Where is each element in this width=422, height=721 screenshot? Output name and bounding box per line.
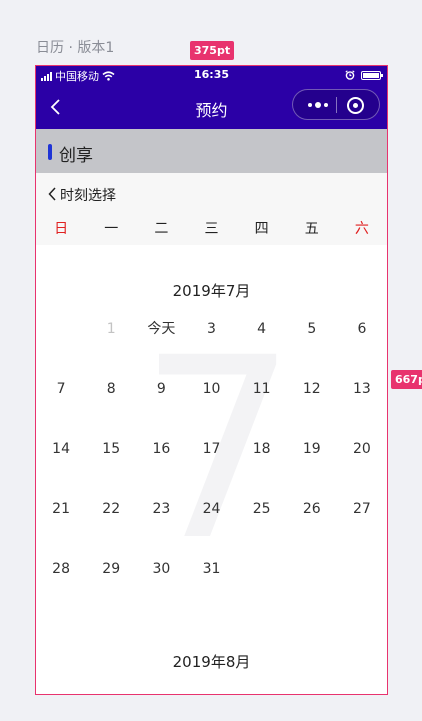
artboard-title: 日历 · 版本1 bbox=[36, 40, 115, 56]
weekday-wednesday: 三 bbox=[204, 221, 219, 237]
height-dimension-badge: 667pt bbox=[391, 370, 422, 389]
calendar-week-row: 1 今天 3 4 5 6 bbox=[36, 314, 387, 374]
calendar-day[interactable]: 15 bbox=[86, 434, 136, 494]
calendar-day-empty bbox=[36, 314, 86, 374]
calendar-day[interactable]: 23 bbox=[136, 494, 186, 554]
width-dimension-badge: 375pt bbox=[190, 41, 235, 60]
weekday-friday: 五 bbox=[304, 221, 319, 237]
section-title: 创享 bbox=[59, 146, 93, 166]
mini-program-capsule bbox=[292, 89, 380, 120]
calendar-day[interactable]: 14 bbox=[36, 434, 86, 494]
capsule-divider bbox=[336, 97, 337, 113]
calendar-day[interactable]: 5 bbox=[287, 314, 337, 374]
calendar-day-disabled: 1 bbox=[106, 321, 116, 337]
calendar-day[interactable]: 25 bbox=[237, 494, 287, 554]
calendar-day[interactable]: 28 bbox=[36, 554, 86, 614]
status-bar: 中国移动 16:35 bbox=[36, 66, 387, 85]
calendar-day-today[interactable]: 今天 bbox=[136, 314, 186, 374]
calendar-day[interactable]: 10 bbox=[186, 374, 236, 434]
calendar-day-empty bbox=[237, 554, 287, 614]
calendar-day[interactable]: 6 bbox=[337, 314, 387, 374]
calendar-day[interactable]: 24 bbox=[186, 494, 236, 554]
calendar-day[interactable]: 3 bbox=[186, 314, 236, 374]
subnav-bar[interactable]: 时刻选择 bbox=[36, 173, 387, 215]
calendar-day-empty bbox=[337, 554, 387, 614]
subnav-title: 时刻选择 bbox=[60, 188, 116, 204]
section-accent-bar bbox=[48, 144, 52, 160]
month-title: 2019年7月 bbox=[172, 282, 251, 300]
calendar-grid: 1 今天 3 4 5 6 7 8 9 10 11 12 13 14 15 16 … bbox=[36, 314, 387, 614]
calendar-day[interactable]: 27 bbox=[337, 494, 387, 554]
calendar-day[interactable]: 30 bbox=[136, 554, 186, 614]
alarm-icon bbox=[345, 70, 355, 80]
calendar-day[interactable]: 22 bbox=[86, 494, 136, 554]
weekday-saturday: 六 bbox=[354, 221, 369, 237]
calendar-day[interactable]: 29 bbox=[86, 554, 136, 614]
calendar-day[interactable]: 13 bbox=[337, 374, 387, 434]
calendar-day[interactable]: 12 bbox=[287, 374, 337, 434]
calendar-day-empty bbox=[287, 554, 337, 614]
calendar-day[interactable]: 11 bbox=[237, 374, 287, 434]
nav-bar: 预约 bbox=[36, 85, 387, 129]
calendar-week-row: 21 22 23 24 25 26 27 bbox=[36, 494, 387, 554]
weekday-monday: 一 bbox=[104, 221, 119, 237]
weekday-thursday: 四 bbox=[254, 221, 269, 237]
weekday-sunday: 日 bbox=[54, 221, 69, 237]
calendar-day[interactable]: 7 bbox=[36, 374, 86, 434]
weekday-tuesday: 二 bbox=[154, 221, 169, 237]
calendar-day[interactable]: 4 bbox=[237, 314, 287, 374]
calendar-day[interactable]: 8 bbox=[86, 374, 136, 434]
calendar-day[interactable]: 20 bbox=[337, 434, 387, 494]
chevron-left-icon[interactable] bbox=[47, 185, 57, 203]
calendar-day[interactable]: 16 bbox=[136, 434, 186, 494]
battery-icon bbox=[361, 70, 383, 80]
calendar-day[interactable]: 19 bbox=[287, 434, 337, 494]
calendar-day[interactable]: 9 bbox=[136, 374, 186, 434]
more-dots-icon[interactable] bbox=[303, 96, 333, 114]
status-time: 16:35 bbox=[193, 68, 229, 81]
calendar-day[interactable]: 21 bbox=[36, 494, 86, 554]
target-close-icon[interactable] bbox=[347, 97, 364, 114]
weekday-header: 日 一 二 三 四 五 六 bbox=[36, 215, 387, 245]
phone-frame: 中国移动 16:35 预约 创享 时刻选择 日 一 二 三 四 五 六 7 20… bbox=[35, 65, 388, 695]
calendar-day[interactable]: 17 bbox=[186, 434, 236, 494]
section-header: 创享 bbox=[36, 129, 387, 173]
month-title: 2019年8月 bbox=[172, 653, 251, 671]
calendar-day[interactable]: 18 bbox=[237, 434, 287, 494]
calendar-day[interactable]: 26 bbox=[287, 494, 337, 554]
calendar-week-row: 7 8 9 10 11 12 13 bbox=[36, 374, 387, 434]
calendar-week-row: 14 15 16 17 18 19 20 bbox=[36, 434, 387, 494]
calendar-day[interactable]: 31 bbox=[186, 554, 236, 614]
calendar-week-row: 28 29 30 31 bbox=[36, 554, 387, 614]
